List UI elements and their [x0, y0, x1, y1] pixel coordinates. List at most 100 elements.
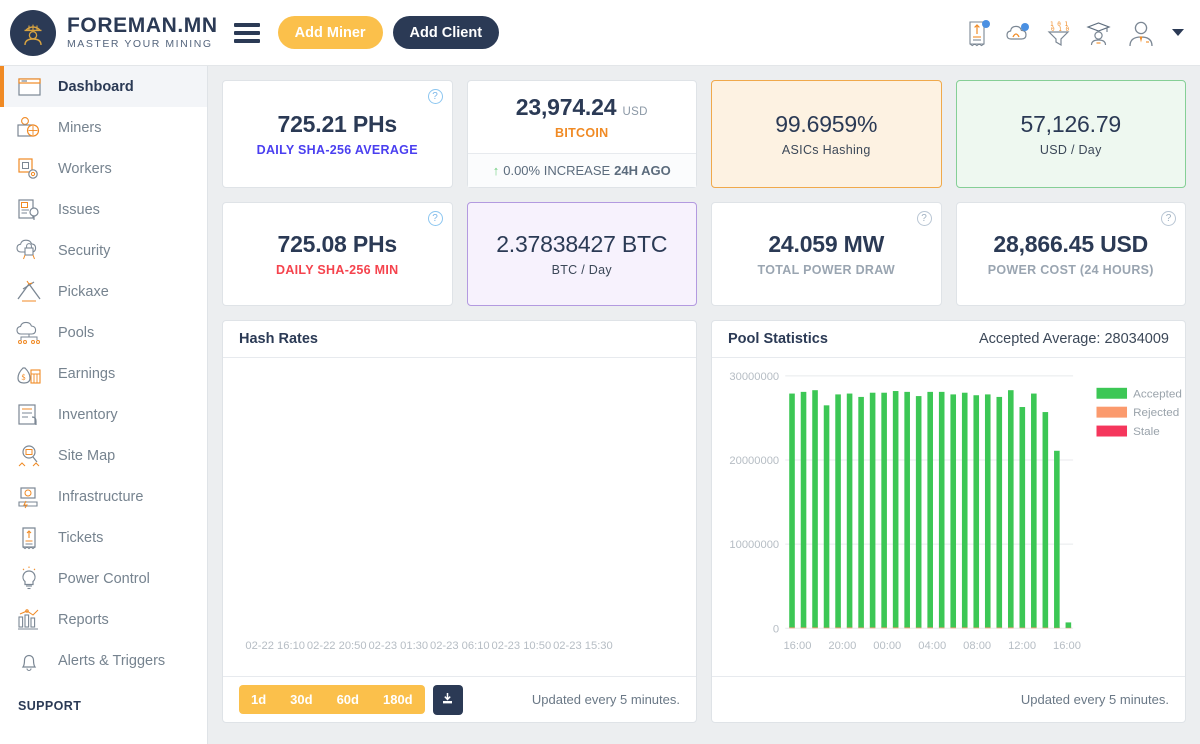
sidebar-item-inventory[interactable]: Inventory: [0, 394, 207, 435]
sidebar-item-label: Infrastructure: [58, 489, 143, 505]
sidebar-item-issues[interactable]: Issues: [0, 189, 207, 230]
stat-cards-row-1: ? 725.21 PHs DAILY SHA-256 AVERAGE 23,97…: [222, 80, 1186, 188]
dashboard-app: FOREMAN.MN MASTER YOUR MINING Add Miner …: [0, 0, 1200, 744]
svg-text:10000000: 10000000: [729, 539, 779, 551]
svg-text:02-22 20:50: 02-22 20:50: [307, 640, 367, 652]
range-button-30d[interactable]: 30d: [278, 685, 324, 714]
svg-text:12:00: 12:00: [1008, 640, 1036, 652]
chevron-down-icon[interactable]: [1172, 29, 1184, 36]
svg-text:02-23 06:10: 02-23 06:10: [430, 640, 490, 652]
issues-magnifier-icon: [14, 195, 44, 225]
add-client-button[interactable]: Add Client: [393, 16, 500, 49]
sidebar-item-label: Issues: [58, 202, 100, 218]
help-icon[interactable]: ?: [917, 211, 932, 226]
sidebar-item-alerts-triggers[interactable]: Alerts & Triggers: [0, 640, 207, 681]
card-subtitle: DAILY SHA-256 MIN: [276, 263, 399, 277]
sidebar-item-security[interactable]: Security: [0, 230, 207, 271]
card-subtitle: DAILY SHA-256 AVERAGE: [257, 143, 418, 157]
brand[interactable]: FOREMAN.MN MASTER YOUR MINING: [10, 10, 218, 56]
panel-footer-note: Updated every 5 minutes.: [532, 692, 680, 707]
svg-text:Accepted: Accepted: [1133, 388, 1182, 400]
card-value: 57,126.79: [1020, 111, 1121, 138]
hash-rates-chart[interactable]: SHA-25602-22 16:1002-22 20:5002-23 01:30…: [223, 358, 696, 676]
sidebar-item-label: Earnings: [58, 366, 115, 382]
svg-text:02-23 10:50: 02-23 10:50: [492, 640, 552, 652]
svg-text:08:00: 08:00: [963, 640, 991, 652]
card-value-number: 23,974.24: [516, 94, 617, 120]
card-body: 2.37838427 BTC BTC / Day: [468, 203, 697, 305]
card-body: 725.08 PHs DAILY SHA-256 MIN: [223, 203, 452, 305]
trend-up-icon: ↑: [493, 163, 500, 178]
panel-footer-note: Updated every 5 minutes.: [1021, 692, 1169, 707]
help-icon[interactable]: ?: [428, 89, 443, 104]
brand-tagline: MASTER YOUR MINING: [67, 39, 218, 50]
range-button-group[interactable]: 1d 30d 60d 180d: [239, 685, 425, 714]
reports-bars-icon: [14, 605, 44, 635]
sidebar-item-label: Miners: [58, 120, 102, 136]
graduate-icon[interactable]: [1085, 18, 1112, 48]
sidebar-item-pools[interactable]: Pools: [0, 312, 207, 353]
range-button-1d[interactable]: 1d: [239, 685, 278, 714]
stat-card-daily-sha256-average: ? 725.21 PHs DAILY SHA-256 AVERAGE: [222, 80, 453, 188]
worker-chip-icon: [14, 154, 44, 184]
sidebar-item-reports[interactable]: Reports: [0, 599, 207, 640]
download-icon: [440, 691, 455, 709]
sidebar-item-earnings[interactable]: $ Earnings: [0, 353, 207, 394]
cloud-upload-icon[interactable]: [1005, 18, 1032, 48]
panel-header: Hash Rates: [223, 321, 696, 358]
hash-rates-panel: Hash Rates SHA-25602-22 16:1002-22 20:50…: [222, 320, 697, 723]
sidebar: Dashboard Miners: [0, 66, 208, 744]
sidebar-item-label: Pools: [58, 325, 94, 341]
card-value: 28,866.45 USD: [993, 231, 1148, 258]
help-icon[interactable]: ?: [1161, 211, 1176, 226]
sidebar-item-label: Workers: [58, 161, 112, 177]
card-value: 2.37838427 BTC: [496, 231, 667, 258]
ticket-icon: [14, 523, 44, 553]
brand-name: FOREMAN.MN: [67, 15, 218, 36]
card-value: 725.21 PHs: [278, 111, 397, 138]
sidebar-item-label: Tickets: [58, 530, 103, 546]
svg-text:02-23 15:30: 02-23 15:30: [553, 640, 613, 652]
stat-card-bitcoin-price: 23,974.24 USD BITCOIN ↑ 0.00% INCREASE 2…: [467, 80, 698, 188]
top-bar: FOREMAN.MN MASTER YOUR MINING Add Miner …: [0, 0, 1200, 66]
add-miner-button[interactable]: Add Miner: [278, 16, 383, 49]
card-value: 23,974.24 USD: [516, 94, 648, 121]
sidebar-item-miners[interactable]: Miners: [0, 107, 207, 148]
sidebar-item-pickaxe[interactable]: Pickaxe: [0, 271, 207, 312]
help-icon[interactable]: ?: [428, 211, 443, 226]
stat-card-btc-per-day: 2.37838427 BTC BTC / Day: [467, 202, 698, 306]
card-body: 725.21 PHs DAILY SHA-256 AVERAGE: [223, 81, 452, 187]
main-content: ? 725.21 PHs DAILY SHA-256 AVERAGE 23,97…: [208, 66, 1200, 744]
brand-logo-icon: [10, 10, 56, 56]
range-button-180d[interactable]: 180d: [371, 685, 425, 714]
svg-text:0: 0: [773, 623, 779, 635]
sidebar-item-dashboard[interactable]: Dashboard: [0, 66, 207, 107]
funnel-icon[interactable]: 1 0 1 0 1 0: [1045, 18, 1072, 48]
svg-text:16:00: 16:00: [783, 640, 811, 652]
panel-footer: Updated every 5 minutes.: [712, 676, 1185, 722]
svg-text:04:00: 04:00: [918, 640, 946, 652]
svg-text:16:00: 16:00: [1053, 640, 1081, 652]
card-subtitle: TOTAL POWER DRAW: [758, 263, 895, 277]
bell-icon: [14, 646, 44, 676]
user-avatar-icon[interactable]: [1125, 18, 1157, 48]
stat-card-power-cost: ? 28,866.45 USD POWER COST (24 HOURS): [956, 202, 1187, 306]
card-subtitle: POWER COST (24 HOURS): [988, 263, 1154, 277]
sidebar-item-infrastructure[interactable]: Infrastructure: [0, 476, 207, 517]
pool-statistics-chart[interactable]: 010000000200000003000000016:0020:0000:00…: [712, 358, 1185, 676]
trend-period: 24H AGO: [614, 163, 671, 178]
sidebar-item-power-control[interactable]: Power Control: [0, 558, 207, 599]
svg-text:Rejected: Rejected: [1133, 407, 1179, 419]
sidebar-item-workers[interactable]: Workers: [0, 148, 207, 189]
sidebar-item-tickets[interactable]: Tickets: [0, 517, 207, 558]
menu-toggle-icon[interactable]: [234, 23, 260, 43]
download-button[interactable]: [433, 685, 463, 715]
card-subtitle: USD / Day: [1040, 143, 1102, 157]
dashboard-icon: [14, 72, 44, 102]
svg-text:00:00: 00:00: [873, 640, 901, 652]
range-button-60d[interactable]: 60d: [325, 685, 371, 714]
ticket-icon[interactable]: [965, 18, 992, 48]
sidebar-item-site-map[interactable]: Site Map: [0, 435, 207, 476]
chart-panels: Hash Rates SHA-25602-22 16:1002-22 20:50…: [222, 320, 1186, 723]
miner-icon: [14, 113, 44, 143]
